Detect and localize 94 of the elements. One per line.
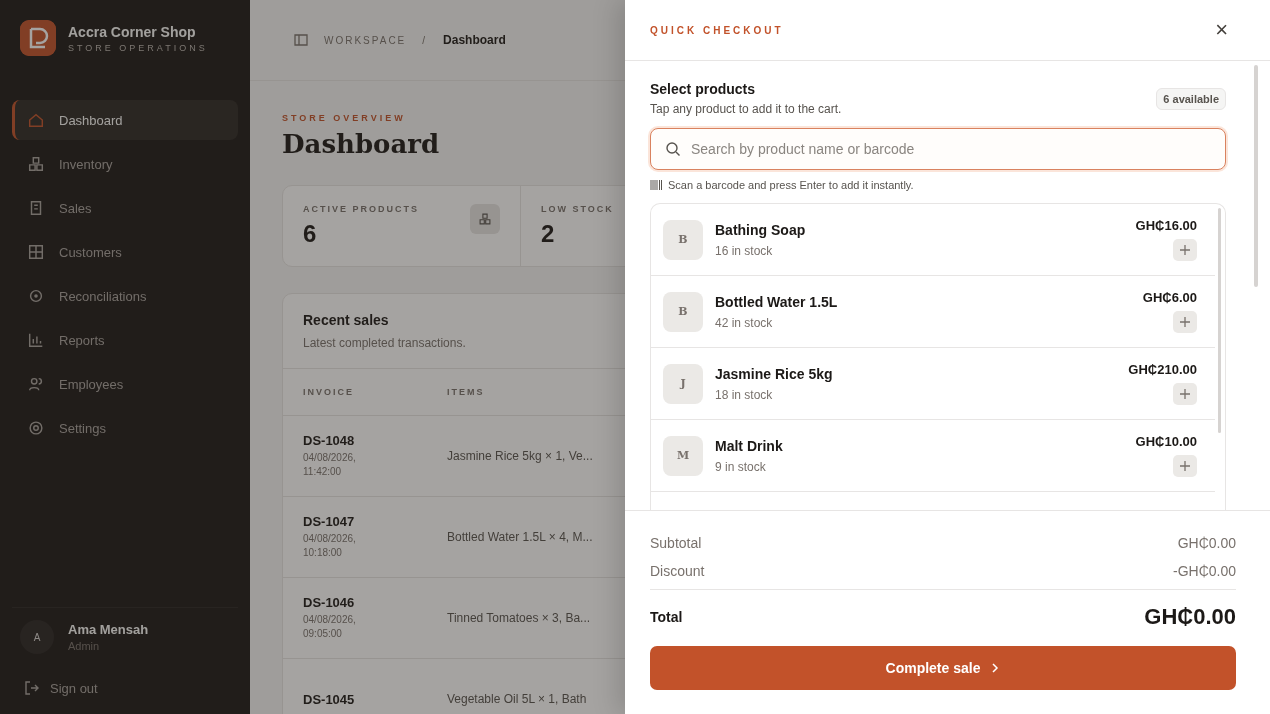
product-row[interactable]: J Jasmine Rice 5kg 18 in stock GH₵210.00: [651, 348, 1215, 420]
sidebar-item[interactable]: Reports: [12, 320, 238, 360]
gear-icon: [27, 287, 45, 305]
invoice-number: DS-1048: [303, 433, 356, 448]
logout-icon: [24, 680, 40, 696]
product-stock: 18 in stock: [715, 387, 774, 402]
invoice-number: DS-1045: [303, 691, 356, 707]
product-name: Bathing Soap: [715, 221, 807, 238]
add-button[interactable]: [1173, 383, 1197, 405]
product-price: GH₵16.00: [1135, 218, 1197, 233]
brand-subtitle: STORE OPERATIONS: [68, 42, 208, 53]
product-initial: J: [663, 363, 703, 404]
available-badge: 6 available: [1156, 87, 1226, 110]
card-title: Recent sales: [303, 312, 389, 328]
product-price: GH₵10.00: [1135, 434, 1197, 449]
page-eyebrow: STORE OVERVIEW: [282, 113, 406, 123]
chart-icon: [27, 331, 45, 349]
sale-items: Bottled Water 1.5L × 4, M...: [447, 530, 593, 544]
plus-icon: [1179, 316, 1191, 328]
add-button[interactable]: [1173, 311, 1197, 333]
sidebar-item[interactable]: Customers: [12, 232, 238, 272]
chevron-icon: [990, 663, 1001, 673]
stat-value: 6: [303, 220, 318, 248]
sidebar-item[interactable]: Sales: [12, 188, 238, 228]
total-label: Total: [650, 609, 683, 625]
plus-icon: [1179, 460, 1191, 472]
page-title: Dashboard: [282, 129, 440, 159]
stat-label: LOW STOCK: [541, 204, 614, 214]
sale-items: Jasmine Rice 5kg × 1, Ve...: [447, 449, 593, 463]
breadcrumb-separator: /: [422, 34, 428, 46]
stat-label: ACTIVE PRODUCTS: [303, 204, 419, 214]
summary-value: GH₵0.00: [1177, 535, 1236, 551]
plus-icon: [1179, 244, 1191, 256]
sidebar-item[interactable]: Settings: [12, 408, 238, 448]
scan-hint: Scan a barcode and press Enter to add it instantly.: [668, 179, 914, 191]
column-header: ITEMS: [447, 387, 485, 397]
boxes-icon: [27, 155, 45, 173]
summary-label: Subtotal: [650, 535, 702, 551]
summary-label: Discount: [650, 563, 705, 579]
breadcrumb-current: Dashboard: [443, 33, 506, 47]
add-button[interactable]: [1173, 455, 1197, 477]
plus-icon: [1179, 388, 1191, 400]
column-header: INVOICE: [303, 387, 354, 397]
settings-icon: [27, 419, 45, 437]
sidebar-item[interactable]: Reconciliations: [12, 276, 238, 316]
product-price: GH₵6.00: [1142, 290, 1197, 305]
user-name: Ama Mensah: [68, 622, 149, 637]
invoice-date: 04/08/2026, 11:42:00: [303, 451, 357, 479]
section-title: Select products: [650, 81, 757, 97]
section-subtitle: Tap any product to add it to the cart.: [650, 102, 842, 116]
sale-items: Vegetable Oil 5L × 1, Bath: [447, 692, 587, 706]
sign-out-link[interactable]: Sign out: [12, 666, 238, 696]
users-icon: [27, 375, 45, 393]
complete-sale-button[interactable]: Complete sale: [650, 646, 1236, 690]
product-price: GH₵210.00: [1128, 362, 1197, 377]
card-subtitle: Latest completed transactions.: [303, 336, 466, 350]
product-stock: 42 in stock: [715, 315, 774, 330]
home-icon: [27, 111, 45, 129]
sidebar-item[interactable]: Employees: [12, 364, 238, 404]
search-field[interactable]: Search by product name or barcode: [650, 128, 1226, 170]
barcode-icon: [650, 180, 662, 190]
invoice-number: DS-1046: [303, 595, 356, 610]
invoice-number: DS-1047: [303, 514, 356, 529]
user-avatar: A: [20, 620, 54, 654]
scrollbar[interactable]: [1254, 65, 1258, 287]
sidebar-item[interactable]: Dashboard: [12, 100, 238, 140]
drawer-title: QUICK CHECKOUT: [650, 24, 784, 36]
scrollbar[interactable]: [1218, 208, 1221, 433]
close-button[interactable]: ×: [1211, 19, 1232, 41]
menu-icon[interactable]: [294, 33, 308, 47]
logo-icon: [20, 20, 56, 56]
sale-items: Tinned Tomatoes × 3, Ba...: [447, 611, 591, 625]
product-initial: M: [663, 435, 703, 476]
brand-name: Accra Corner Shop: [68, 23, 197, 40]
product-stock: 9 in stock: [715, 459, 767, 474]
boxes-icon: [470, 204, 500, 234]
add-button[interactable]: [1173, 239, 1197, 261]
product-row[interactable]: B Bathing Soap 16 in stock GH₵16.00: [651, 204, 1215, 276]
contacts-icon: [27, 243, 45, 261]
product-name: Malt Drink: [715, 437, 784, 454]
product-initial: B: [663, 291, 703, 332]
sidebar-item[interactable]: Inventory: [12, 144, 238, 184]
breadcrumb-item[interactable]: WORKSPACE: [324, 34, 407, 46]
product-stock: 16 in stock: [715, 243, 774, 258]
product-name: Jasmine Rice 5kg: [715, 365, 834, 382]
summary-value: -GH₵0.00: [1172, 563, 1236, 579]
invoice-date: 04/08/2026, 09:05:00: [303, 613, 357, 641]
product-initial: B: [663, 219, 703, 260]
product-row[interactable]: M Malt Drink 9 in stock GH₵10.00: [651, 420, 1215, 492]
invoice-date: 04/08/2026, 10:18:00: [303, 532, 357, 560]
stat-value: 2: [541, 220, 556, 248]
total-value: GH₵0.00: [1144, 604, 1236, 630]
product-row[interactable]: B Bottled Water 1.5L 42 in stock GH₵6.00: [651, 276, 1215, 348]
product-name: Bottled Water 1.5L: [715, 293, 839, 310]
